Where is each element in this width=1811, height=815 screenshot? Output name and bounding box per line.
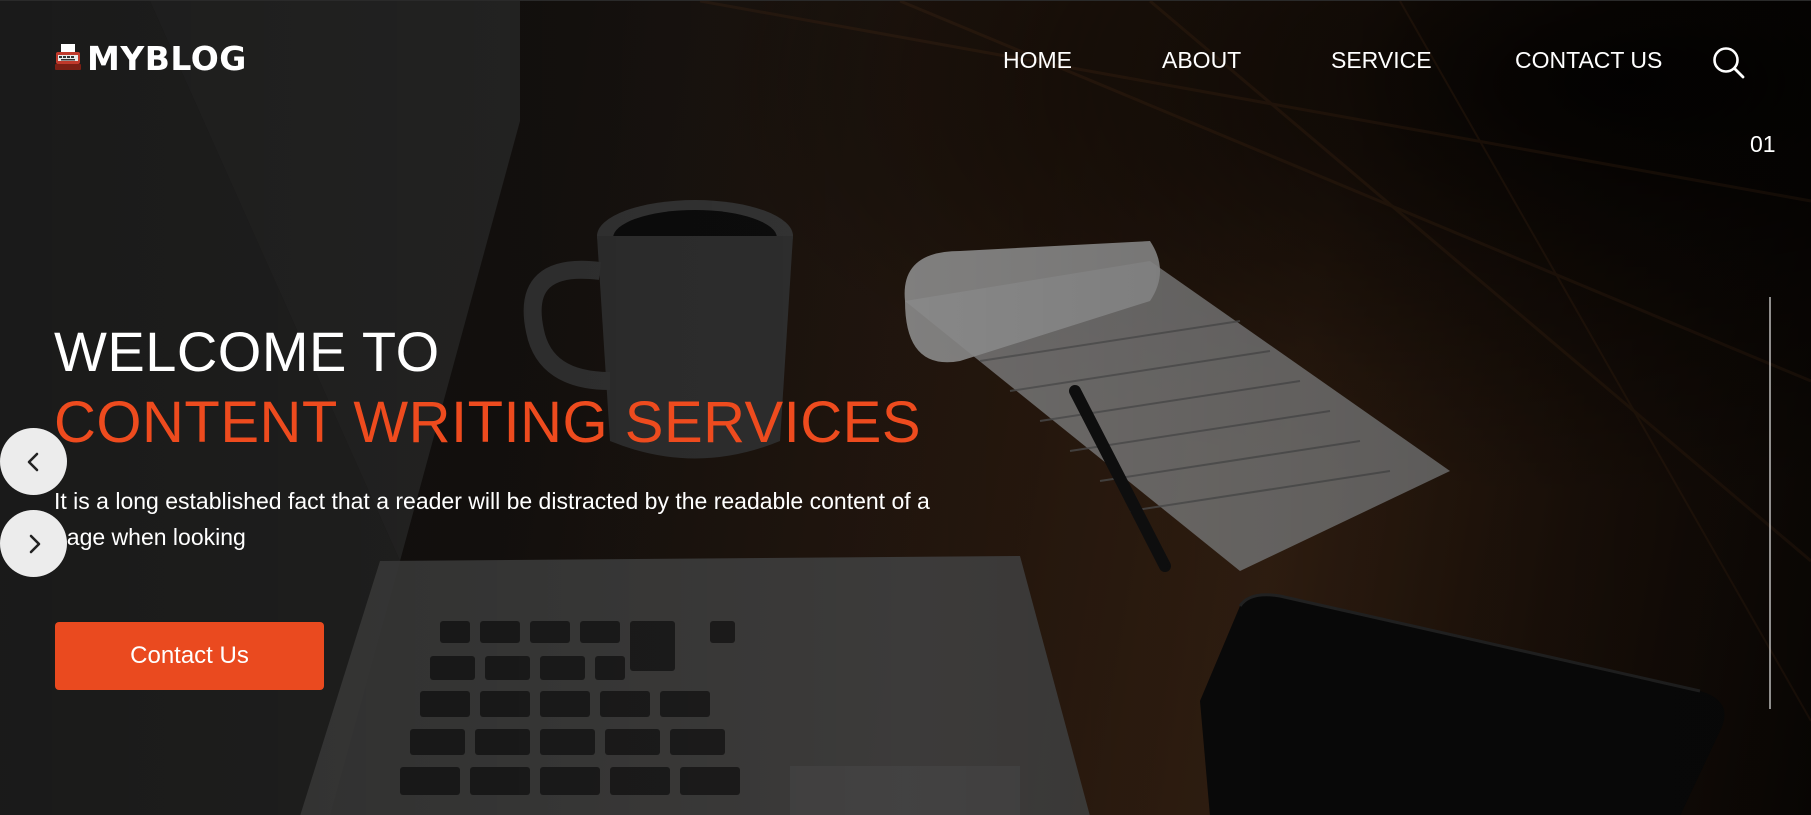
nav-contact-us[interactable]: CONTACT US bbox=[1515, 47, 1662, 74]
main-nav: HOME ABOUT SERVICE CONTACT US bbox=[0, 47, 1811, 77]
hero-description: It is a long established fact that a rea… bbox=[54, 488, 930, 550]
nav-home[interactable]: HOME bbox=[1003, 47, 1072, 74]
search-button[interactable] bbox=[1709, 43, 1749, 83]
slide-number: 01 bbox=[1750, 131, 1776, 157]
nav-about[interactable]: ABOUT bbox=[1162, 47, 1241, 74]
hero-heading: CONTENT WRITING SERVICES bbox=[54, 390, 922, 455]
contact-us-button[interactable]: Contact Us bbox=[55, 622, 324, 690]
site-header: MYBLOG HOME ABOUT SERVICE CONTACT US bbox=[0, 1, 1811, 121]
hero-section: MYBLOG HOME ABOUT SERVICE CONTACT US 01 … bbox=[0, 0, 1811, 815]
hero-welcome-text: WELCOME TO bbox=[54, 320, 440, 383]
chevron-left-icon bbox=[27, 452, 38, 471]
nav-service[interactable]: SERVICE bbox=[1331, 47, 1432, 74]
chevron-right-icon bbox=[29, 534, 40, 553]
slide-progress-line bbox=[1769, 297, 1771, 709]
search-icon bbox=[1713, 47, 1745, 79]
slider-next-button[interactable] bbox=[0, 510, 67, 577]
slider-prev-button[interactable] bbox=[0, 428, 67, 495]
